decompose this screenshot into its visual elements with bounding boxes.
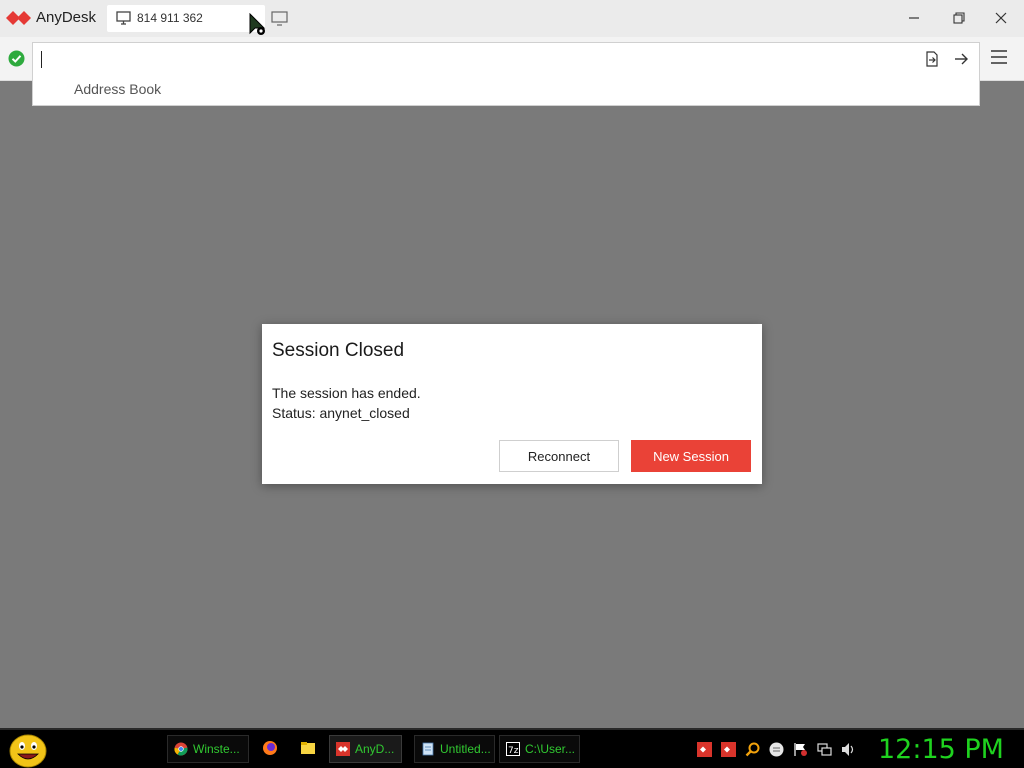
firefox-icon[interactable]: [262, 740, 278, 756]
reconnect-button[interactable]: Reconnect: [499, 440, 619, 472]
7zip-icon: 7z: [506, 742, 520, 756]
minimize-icon: [909, 17, 919, 19]
connection-status-ok-icon: [8, 50, 25, 67]
remote-address-input[interactable]: [43, 48, 903, 70]
network-icon[interactable]: [817, 742, 832, 757]
hamburger-menu-icon[interactable]: [990, 49, 1008, 65]
restore-button[interactable]: [946, 6, 972, 30]
monitor-icon: [116, 11, 131, 25]
connect-arrow-icon[interactable]: [953, 51, 969, 67]
start-smiley-icon[interactable]: [8, 733, 48, 768]
taskbar-item-anydesk[interactable]: AnyD...: [329, 735, 402, 763]
mouse-cursor-icon: [249, 13, 266, 35]
taskbar-item-label: C:\User...: [525, 742, 576, 756]
anydesk-tray-icon[interactable]: [697, 742, 712, 757]
close-window-button[interactable]: [988, 6, 1014, 30]
restore-icon: [953, 12, 965, 24]
new-session-button[interactable]: New Session: [631, 440, 751, 472]
taskbar-item-chrome[interactable]: Winste...: [167, 735, 249, 763]
svg-text:7z: 7z: [508, 746, 519, 756]
tab-remote-session[interactable]: 814 911 362: [107, 5, 265, 32]
tab-label: 814 911 362: [137, 11, 203, 25]
dialog-message: The session has ended.: [272, 385, 421, 401]
minimize-button[interactable]: [901, 6, 927, 30]
new-tab-icon[interactable]: [271, 11, 289, 26]
anydesk-tray-icon-2[interactable]: [721, 742, 736, 757]
dialog-status: Status: anynet_closed: [272, 405, 410, 421]
chat-tray-icon[interactable]: [769, 742, 784, 757]
taskbar-item-label: AnyD...: [355, 742, 395, 756]
file-explorer-icon[interactable]: [300, 740, 316, 756]
taskbar: Winste... AnyD... Untitled... 7z C:\User…: [0, 728, 1024, 768]
taskbar-item-label: Winste...: [193, 742, 240, 756]
volume-icon[interactable]: [841, 742, 856, 757]
action-center-flag-icon[interactable]: [793, 742, 808, 757]
dialog-title: Session Closed: [272, 340, 405, 361]
app-name: AnyDesk: [36, 9, 97, 26]
file-transfer-icon[interactable]: [924, 51, 940, 67]
taskbar-item-7zip[interactable]: 7z C:\User...: [499, 735, 580, 763]
address-dropdown-panel: Address Book: [32, 42, 980, 106]
taskbar-item-notepad[interactable]: Untitled...: [414, 735, 495, 763]
session-closed-dialog: Session Closed The session has ended. St…: [262, 324, 762, 484]
taskbar-item-label: Untitled...: [440, 742, 491, 756]
taskbar-clock[interactable]: 12:15 PM: [878, 734, 1004, 765]
title-bar: AnyDesk 814 911 362: [0, 0, 1024, 37]
text-caret: [41, 51, 42, 68]
chrome-icon: [174, 742, 188, 756]
address-book-link[interactable]: Address Book: [74, 81, 161, 97]
anydesk-logo-icon: [6, 11, 31, 25]
anydesk-icon: [336, 742, 350, 756]
notepad-icon: [422, 742, 434, 756]
close-icon: [995, 12, 1007, 24]
search-tray-icon[interactable]: [745, 742, 760, 757]
